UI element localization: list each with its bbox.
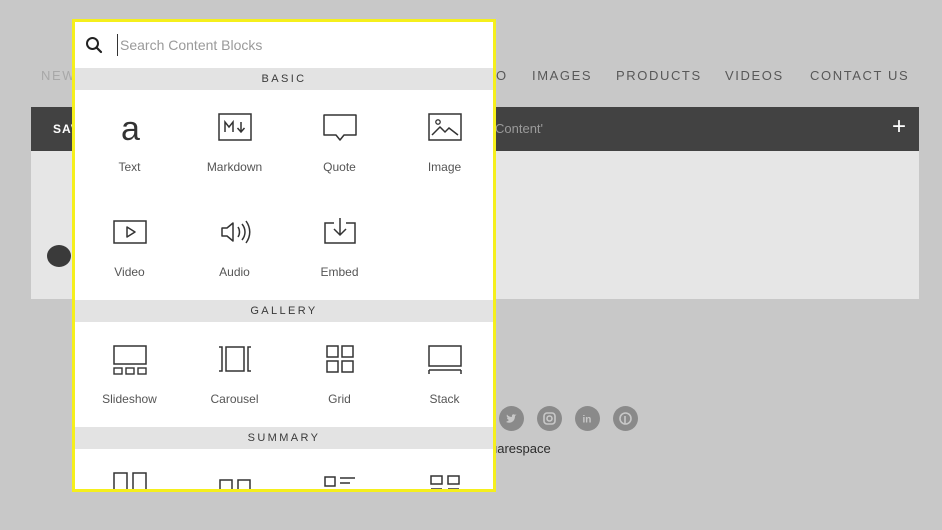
block-label: Embed	[320, 265, 359, 279]
block-label: Carousel	[210, 392, 259, 406]
block-summary-wall[interactable]	[77, 449, 182, 489]
section-header-gallery: GALLERY	[75, 300, 493, 322]
block-audio[interactable]: Audio	[182, 195, 287, 285]
edit-bar-hint: Content'	[495, 121, 544, 136]
summary-wall-icon	[113, 472, 147, 489]
search-input[interactable]	[117, 34, 477, 56]
block-carousel[interactable]: Carousel	[182, 322, 287, 412]
nav-item-images[interactable]: IMAGES	[532, 68, 592, 83]
block-markdown[interactable]: Markdown	[182, 90, 287, 180]
block-summary-carousel[interactable]	[182, 449, 287, 489]
insert-point-handle[interactable]	[47, 245, 71, 267]
block-label: Text	[118, 160, 141, 174]
section-header-basic: BASIC	[75, 68, 493, 90]
block-slideshow[interactable]: Slideshow	[77, 322, 182, 412]
summary-list-icon	[324, 476, 355, 487]
pinterest-icon[interactable]	[613, 406, 638, 431]
image-icon	[428, 113, 462, 141]
block-label: Video	[114, 265, 145, 279]
nav-item-products[interactable]: PRODUCTS	[616, 68, 702, 83]
block-label: Markdown	[206, 160, 263, 174]
block-image[interactable]: Image	[392, 90, 493, 180]
nav-item-new[interactable]: NEW	[41, 68, 76, 83]
linkedin-icon[interactable]: in	[575, 406, 600, 431]
audio-icon	[221, 220, 251, 244]
block-label: Slideshow	[102, 392, 157, 406]
search-bar	[75, 22, 493, 68]
nav-item-videos[interactable]: VIDEOS	[725, 68, 784, 83]
text-icon: a	[121, 110, 140, 144]
block-summary-list[interactable]	[287, 449, 392, 489]
block-label: Stack	[429, 392, 460, 406]
block-text[interactable]: a Text	[77, 90, 182, 180]
stack-icon	[428, 345, 462, 374]
embed-icon	[324, 218, 356, 244]
search-icon	[86, 37, 103, 54]
content-blocks-picker: BASIC a Text Markdown Quote Image	[72, 19, 496, 492]
summary-carousel-icon	[219, 479, 251, 489]
grid-icon	[326, 345, 354, 373]
block-label: Audio	[219, 265, 250, 279]
block-label: Image	[427, 160, 462, 174]
block-stack[interactable]: Stack	[392, 322, 493, 412]
nav-item-partial[interactable]: O	[496, 68, 508, 83]
video-icon	[113, 220, 147, 244]
svg-text:a: a	[121, 110, 140, 144]
svg-text:in: in	[583, 415, 592, 426]
quote-icon	[323, 114, 357, 141]
markdown-icon	[218, 113, 252, 141]
twitter-icon[interactable]	[499, 406, 524, 431]
nav-item-contact-us[interactable]: CONTACT US	[810, 68, 909, 83]
block-summary-grid[interactable]	[392, 449, 493, 489]
slideshow-icon	[113, 345, 147, 375]
summary-grid-icon	[430, 475, 460, 489]
add-block-button[interactable]: +	[892, 115, 906, 139]
block-quote[interactable]: Quote	[287, 90, 392, 180]
instagram-icon[interactable]	[537, 406, 562, 431]
carousel-icon	[219, 346, 251, 372]
block-embed[interactable]: Embed	[287, 195, 392, 285]
block-label: Quote	[323, 160, 356, 174]
block-video[interactable]: Video	[77, 195, 182, 285]
footer-text: uarespace	[490, 441, 551, 456]
section-header-summary: SUMMARY	[75, 427, 493, 449]
block-grid[interactable]: Grid	[287, 322, 392, 412]
block-label: Grid	[328, 392, 351, 406]
